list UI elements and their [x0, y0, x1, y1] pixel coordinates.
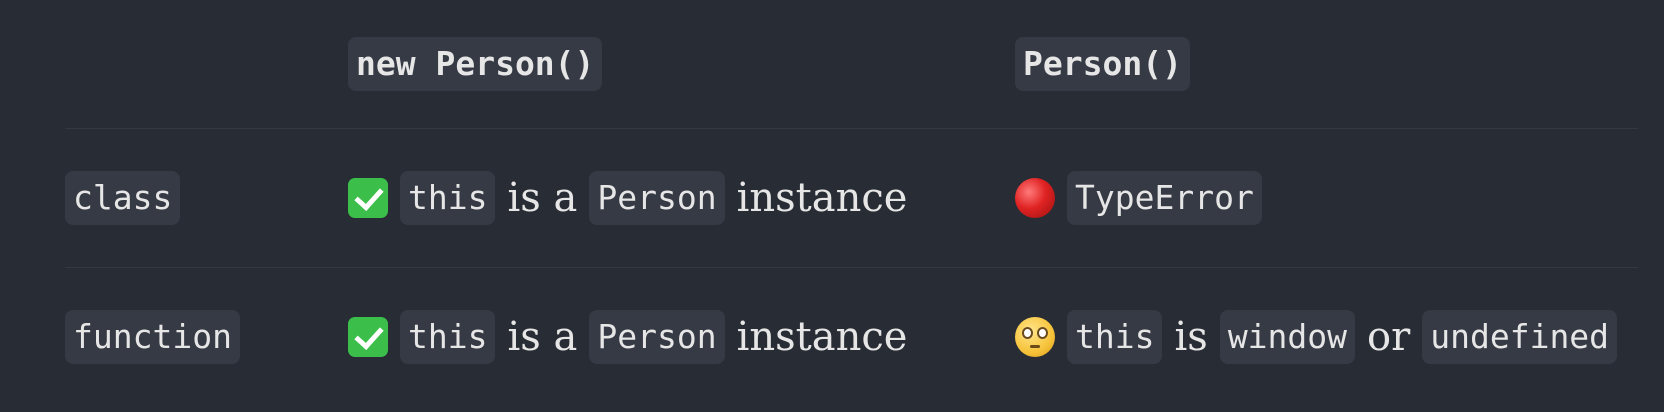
header-new-person-code: new Person() — [348, 37, 603, 91]
red-circle-icon — [1015, 178, 1055, 218]
header-cell-call: Person() — [1015, 37, 1638, 91]
header-cell-new: new Person() — [348, 37, 1015, 91]
table-row-function: function this is a Person instance this … — [65, 267, 1638, 406]
result-text: instance — [736, 175, 908, 221]
row-label-cell: class — [65, 171, 348, 225]
row-label-cell: function — [65, 310, 348, 364]
result-text: or — [1367, 314, 1411, 360]
this-keyword-code: this — [400, 310, 496, 364]
this-keyword-code: this — [400, 171, 496, 225]
result-text: is — [1174, 314, 1208, 360]
row-label-function: function — [65, 310, 240, 364]
flushed-face-icon — [1015, 317, 1055, 357]
comparison-page: new Person() Person() class this is a Pe… — [0, 0, 1664, 412]
table-header-row: new Person() Person() — [65, 0, 1638, 128]
this-keyword-code: this — [1067, 310, 1163, 364]
function-new-result-cell: this is a Person instance — [348, 310, 1015, 364]
header-person-call-code: Person() — [1015, 37, 1190, 91]
comparison-table: new Person() Person() class this is a Pe… — [65, 0, 1638, 406]
type-error-code: TypeError — [1067, 171, 1262, 225]
function-call-result-cell: this is window or undefined — [1015, 310, 1638, 364]
class-new-result-cell: this is a Person instance — [348, 171, 1015, 225]
check-mark-icon — [348, 178, 388, 218]
result-text: is a — [507, 175, 578, 221]
check-mark-icon — [348, 317, 388, 357]
result-text: is a — [507, 314, 578, 360]
class-call-result-cell: TypeError — [1015, 171, 1638, 225]
table-row-class: class this is a Person instance TypeErro… — [65, 128, 1638, 267]
row-label-class: class — [65, 171, 181, 225]
undefined-value-code: undefined — [1422, 310, 1618, 364]
window-object-code: window — [1219, 310, 1356, 364]
result-text: instance — [736, 314, 908, 360]
person-type-code: Person — [589, 310, 725, 364]
person-type-code: Person — [589, 171, 725, 225]
